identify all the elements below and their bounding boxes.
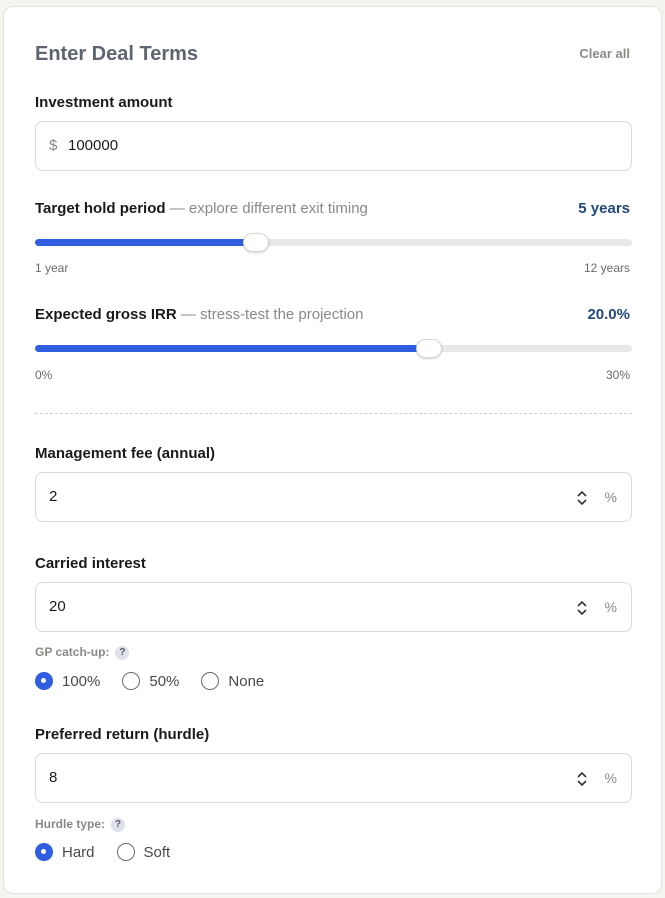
investment-amount-field[interactable]: $ 100000 (35, 121, 632, 171)
hurdle-type-option-label: Hard (62, 843, 95, 861)
gross-irr-max-label: 30% (605, 368, 630, 382)
gross-irr-slider-thumb[interactable] (415, 339, 442, 358)
gp-catchup-option-label: 50% (149, 672, 180, 690)
gp-catchup-option[interactable]: 100% (35, 672, 100, 690)
gp-catchup-option[interactable]: None (201, 672, 264, 690)
carried-interest-stepper-icon[interactable] (575, 598, 589, 618)
carried-interest-label: Carried interest (35, 555, 146, 572)
hurdle-type-label-text: Hurdle type: (35, 817, 106, 831)
gross-irr-hint: — stress-test the projection (180, 306, 364, 323)
hurdle-type-label: Hurdle type:? (35, 817, 126, 832)
gp-catchup-option[interactable]: 50% (122, 672, 179, 690)
help-icon[interactable]: ? (115, 645, 130, 660)
section-divider (35, 413, 632, 414)
gross-irr-label: Expected gross IRR — stress-test the pro… (35, 306, 363, 323)
hold-period-slider[interactable] (35, 233, 632, 252)
hold-period-value: 5 years (578, 200, 630, 217)
gp-catchup-option-label: None (228, 672, 265, 690)
management-fee-unit: % (604, 489, 617, 505)
gp-catchup-label-text: GP catch-up: (35, 645, 110, 659)
carried-interest-field[interactable]: 20 % (35, 582, 632, 632)
investment-amount-value: 100000 (68, 137, 119, 154)
gross-irr-slider-fill (35, 345, 429, 352)
investment-amount-label: Investment amount (35, 94, 173, 111)
gross-irr-value: 20.0% (587, 306, 630, 323)
gp-catchup-option-label: 100% (62, 672, 101, 690)
preferred-return-field[interactable]: 8 % (35, 753, 632, 803)
radio-icon[interactable] (35, 843, 53, 861)
gp-catchup-label: GP catch-up:? (35, 645, 130, 660)
hurdle-type-option[interactable]: Hard (35, 843, 95, 861)
clear-all-button[interactable]: Clear all (579, 46, 630, 61)
hold-period-hint: — explore different exit timing (169, 200, 368, 217)
hold-period-min-label: 1 year (35, 261, 69, 275)
page-title: Enter Deal Terms (35, 43, 199, 65)
currency-prefix: $ (49, 137, 58, 154)
radio-icon[interactable] (35, 672, 53, 690)
radio-icon[interactable] (201, 672, 220, 690)
gross-irr-label-text: Expected gross IRR (35, 306, 177, 323)
carried-interest-unit: % (604, 599, 617, 615)
gross-irr-slider[interactable] (35, 339, 632, 358)
preferred-return-unit: % (604, 770, 617, 786)
hurdle-type-option[interactable]: Soft (116, 843, 171, 861)
preferred-return-label: Preferred return (hurdle) (35, 726, 210, 743)
help-icon[interactable]: ? (111, 817, 126, 832)
management-fee-value: 2 (49, 488, 58, 505)
preferred-return-stepper-icon[interactable] (575, 769, 589, 789)
preferred-return-value: 8 (49, 769, 58, 786)
hold-period-slider-thumb[interactable] (242, 233, 269, 252)
radio-icon[interactable] (116, 843, 135, 861)
hold-period-label-text: Target hold period (35, 200, 166, 217)
hurdle-type-radio-group: Hard Soft (35, 843, 192, 861)
deal-terms-card: Enter Deal Terms Clear all Investment am… (3, 6, 662, 894)
radio-icon[interactable] (122, 672, 141, 690)
management-fee-field[interactable]: 2 % (35, 472, 632, 522)
hurdle-type-option-label: Soft (143, 843, 171, 861)
gross-irr-min-label: 0% (35, 368, 53, 382)
carried-interest-value: 20 (49, 598, 66, 615)
gp-catchup-radio-group: 100% 50% None (35, 672, 286, 690)
hold-period-slider-fill (35, 239, 256, 246)
management-fee-label: Management fee (annual) (35, 445, 216, 462)
hold-period-label: Target hold period — explore different e… (35, 200, 368, 217)
management-fee-stepper-icon[interactable] (575, 488, 589, 508)
hold-period-max-label: 12 years (583, 261, 630, 275)
